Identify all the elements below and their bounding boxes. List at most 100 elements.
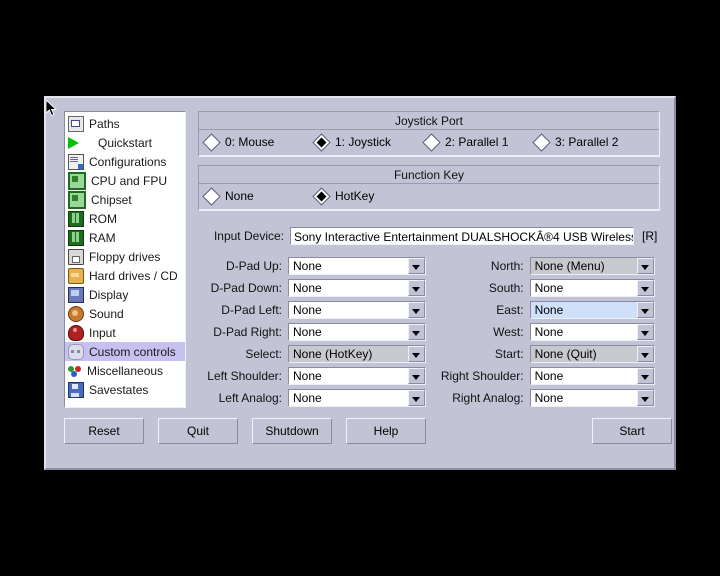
monitor-icon — [68, 286, 84, 303]
mapping-combobox[interactable]: None — [529, 389, 655, 407]
sidebar-item-display[interactable]: Display — [65, 285, 185, 304]
mapping-label: West: — [493, 325, 524, 339]
quit-button[interactable]: Quit — [158, 418, 238, 444]
sidebar-item-sound[interactable]: Sound — [65, 304, 185, 323]
chevron-down-icon[interactable] — [408, 346, 425, 362]
mapping-combobox[interactable]: None — [529, 323, 655, 341]
mapping-label: South: — [488, 281, 524, 295]
radio-1-joystick[interactable]: 1: Joystick — [312, 132, 425, 152]
chevron-down-icon[interactable] — [408, 390, 425, 406]
joystick-port-group: Joystick Port 0: Mouse 1: Joystick 2: Para… — [198, 111, 660, 157]
mapping-value: None — [534, 369, 564, 383]
chevron-down-icon[interactable] — [408, 324, 425, 340]
remap-label[interactable]: [R] — [634, 229, 657, 243]
radio-none[interactable]: None — [202, 186, 315, 206]
mapping-row: West: None — [440, 321, 655, 343]
sidebar-item-ram[interactable]: RAM — [65, 228, 185, 247]
sidebar-item-label: Input — [89, 325, 116, 340]
radio-label: 1: Joystick — [335, 135, 392, 149]
start-button[interactable]: Start — [592, 418, 672, 444]
chevron-down-icon[interactable] — [637, 368, 654, 384]
input-device-field[interactable]: Sony Interactive Entertainment DUALSHOCK… — [290, 227, 634, 245]
radio-diamond-icon — [422, 132, 441, 152]
harddisk-icon — [68, 267, 84, 284]
mapping-combobox[interactable]: None — [529, 301, 655, 319]
sidebar-item-label: Floppy drives — [89, 249, 161, 264]
reset-button[interactable]: Reset — [64, 418, 144, 444]
mapping-label: D-Pad Down: — [210, 281, 282, 295]
mapping-combobox[interactable]: None — [288, 323, 426, 341]
mapping-column-left: D-Pad Up: None D-Pad Down: None D-Pad Left: N… — [198, 255, 428, 409]
mapping-value: None — [293, 303, 322, 317]
mapping-row: D-Pad Down: None — [198, 277, 428, 299]
radio-diamond-icon — [202, 132, 221, 152]
chevron-down-icon[interactable] — [637, 390, 654, 406]
sidebar-item-label: Custom controls — [89, 344, 176, 359]
mapping-combobox[interactable]: None — [288, 301, 426, 319]
mapping-combobox[interactable]: None — [288, 367, 426, 385]
chevron-down-icon[interactable] — [408, 368, 425, 384]
mapping-column-right: North: None (Menu) South: None East: None West… — [440, 255, 655, 409]
radio-hotkey[interactable]: HotKey — [312, 186, 425, 206]
gamepad-icon — [68, 343, 84, 360]
sidebar-item-chipset[interactable]: Chipset — [65, 190, 185, 209]
mapping-value: None (HotKey) — [293, 347, 373, 361]
mapping-combobox[interactable]: None — [288, 389, 426, 407]
sidebar-item-label: Configurations — [89, 154, 167, 169]
chevron-down-icon[interactable] — [637, 324, 654, 340]
sidebar-item-paths[interactable]: Paths — [65, 114, 185, 133]
memory-icon — [68, 210, 84, 227]
chevron-down-icon[interactable] — [637, 302, 654, 318]
chip-icon — [68, 190, 86, 209]
sidebar-item-rom[interactable]: ROM — [65, 209, 185, 228]
radio-diamond-icon — [202, 186, 221, 206]
radio-2-parallel-1[interactable]: 2: Parallel 1 — [422, 132, 535, 152]
sidebar-item-configurations[interactable]: Configurations — [65, 152, 185, 171]
mapping-combobox[interactable]: None — [529, 279, 655, 297]
sidebar-item-label: Miscellaneous — [87, 363, 164, 378]
sidebar-item-custom-controls[interactable]: Custom controls — [65, 342, 185, 361]
radio-diamond-icon — [532, 132, 551, 152]
sidebar-item-input[interactable]: Input — [65, 323, 185, 342]
save-icon — [68, 381, 84, 398]
help-button[interactable]: Help — [346, 418, 426, 444]
sidebar-item-floppy-drives[interactable]: Floppy drives — [65, 247, 185, 266]
chevron-down-icon[interactable] — [408, 258, 425, 274]
chevron-down-icon[interactable] — [637, 280, 654, 296]
sidebar-item-savestates[interactable]: Savestates — [65, 380, 185, 399]
sidebar-item-quickstart[interactable]: Quickstart — [65, 133, 185, 152]
radio-0-mouse[interactable]: 0: Mouse — [202, 132, 315, 152]
sidebar-item-hard-drives-cd[interactable]: Hard drives / CD — [65, 266, 185, 285]
memory-icon — [68, 229, 84, 246]
mapping-row: Right Analog: None — [440, 387, 655, 409]
sidebar-item-label: ROM — [89, 211, 117, 226]
mapping-combobox[interactable]: None (Quit) — [529, 345, 655, 363]
mapping-value: None — [534, 391, 564, 405]
mapping-value: None — [293, 259, 322, 273]
mapping-combobox[interactable]: None — [529, 367, 655, 385]
chevron-down-icon[interactable] — [637, 258, 654, 274]
mapping-row: East: None — [440, 299, 655, 321]
mapping-label: Left Analog: — [218, 391, 282, 405]
category-list[interactable]: Paths Quickstart Configurations CPU and FPU… — [64, 111, 186, 408]
shutdown-button[interactable]: Shutdown — [252, 418, 332, 444]
sidebar-item-miscellaneous[interactable]: Miscellaneous — [65, 361, 185, 380]
mapping-row: Left Shoulder: None — [198, 365, 428, 387]
input-device-label: Input Device: — [213, 229, 284, 243]
mapping-combobox[interactable]: None (HotKey) — [288, 345, 426, 363]
mapping-label: D-Pad Right: — [213, 325, 282, 339]
mouse-icon — [68, 324, 84, 341]
chevron-down-icon[interactable] — [637, 346, 654, 362]
function-key-group: Function Key None HotKey — [198, 165, 660, 211]
mapping-combobox[interactable]: None — [288, 257, 426, 275]
radio-label: 0: Mouse — [225, 135, 275, 149]
input-device-row: Input Device: Sony Interactive Entertain… — [198, 225, 660, 247]
mapping-combobox[interactable]: None (Menu) — [529, 257, 655, 275]
sidebar-item-cpu-and-fpu[interactable]: CPU and FPU — [65, 171, 185, 190]
mapping-combobox[interactable]: None — [288, 279, 426, 297]
chevron-down-icon[interactable] — [408, 302, 425, 318]
radio-3-parallel-2[interactable]: 3: Parallel 2 — [532, 132, 645, 152]
chevron-down-icon[interactable] — [408, 280, 425, 296]
sidebar-item-label: CPU and FPU — [91, 173, 168, 188]
mapping-value: None — [534, 303, 564, 317]
